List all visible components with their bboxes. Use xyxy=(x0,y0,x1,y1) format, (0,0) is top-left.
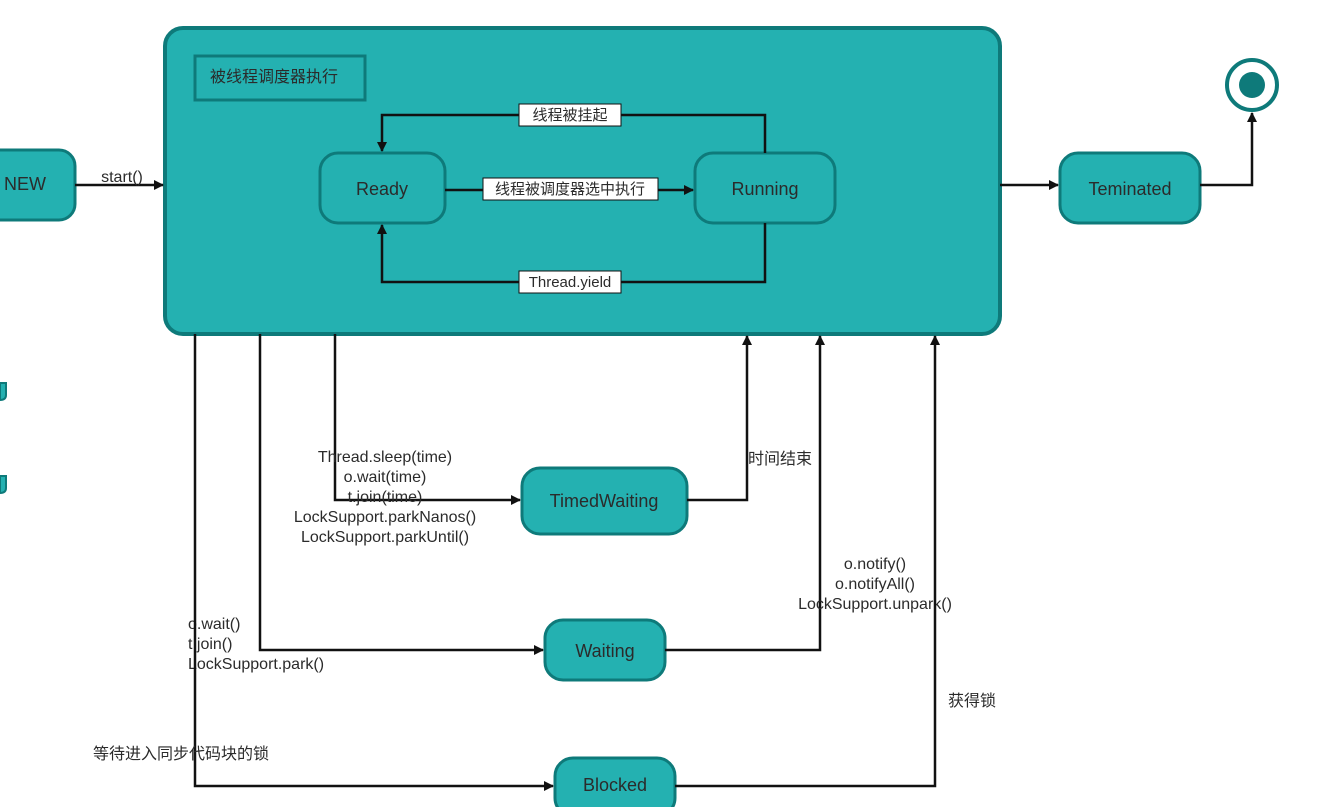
edge-start-label: start() xyxy=(101,169,143,186)
cropped-fragment-2 xyxy=(0,476,6,493)
edge-to-waiting-l3: LockSupport.park() xyxy=(188,656,324,673)
edge-to-timed-l2: o.wait(time) xyxy=(344,469,427,486)
edge-from-timedwaiting xyxy=(687,336,747,500)
edge-timed-end-label: 时间结束 xyxy=(748,450,812,468)
edge-to-timed-l3: t.join(time) xyxy=(348,489,423,506)
edge-to-timed-l1: Thread.sleep(time) xyxy=(318,449,452,466)
state-blocked-label: Blocked xyxy=(583,775,647,795)
edge-selected-run-label: 线程被调度器选中执行 xyxy=(495,181,645,198)
scheduler-title: 被线程调度器执行 xyxy=(210,68,338,86)
thread-state-diagram: 被线程调度器执行 NEW start() Ready Running 线程被调度… xyxy=(0,0,1323,807)
edge-to-final xyxy=(1200,113,1252,185)
state-ready-label: Ready xyxy=(356,179,408,199)
edge-from-waiting-l1: o.notify() xyxy=(844,556,906,573)
state-waiting-label: Waiting xyxy=(575,641,634,661)
cropped-fragment-1 xyxy=(0,383,6,400)
edge-from-waiting-l3: LockSupport.unpark() xyxy=(798,596,952,613)
edge-from-blocked-label: 获得锁 xyxy=(948,692,996,710)
state-terminated-label: Teminated xyxy=(1088,179,1171,199)
state-running-label: Running xyxy=(731,179,798,199)
edge-to-timed-l5: LockSupport.parkUntil() xyxy=(301,529,469,546)
edge-from-waiting-l2: o.notifyAll() xyxy=(835,576,915,593)
state-timedwaiting-label: TimedWaiting xyxy=(550,491,659,511)
edge-to-timed-l4: LockSupport.parkNanos() xyxy=(294,509,476,526)
edge-yield-label: Thread.yield xyxy=(529,274,612,291)
state-new-label: NEW xyxy=(4,174,46,194)
edge-to-blocked xyxy=(195,334,553,786)
edge-to-blocked-label: 等待进入同步代码块的锁 xyxy=(93,745,269,763)
final-node-inner xyxy=(1239,72,1265,98)
edge-suspended-label: 线程被挂起 xyxy=(532,107,607,124)
